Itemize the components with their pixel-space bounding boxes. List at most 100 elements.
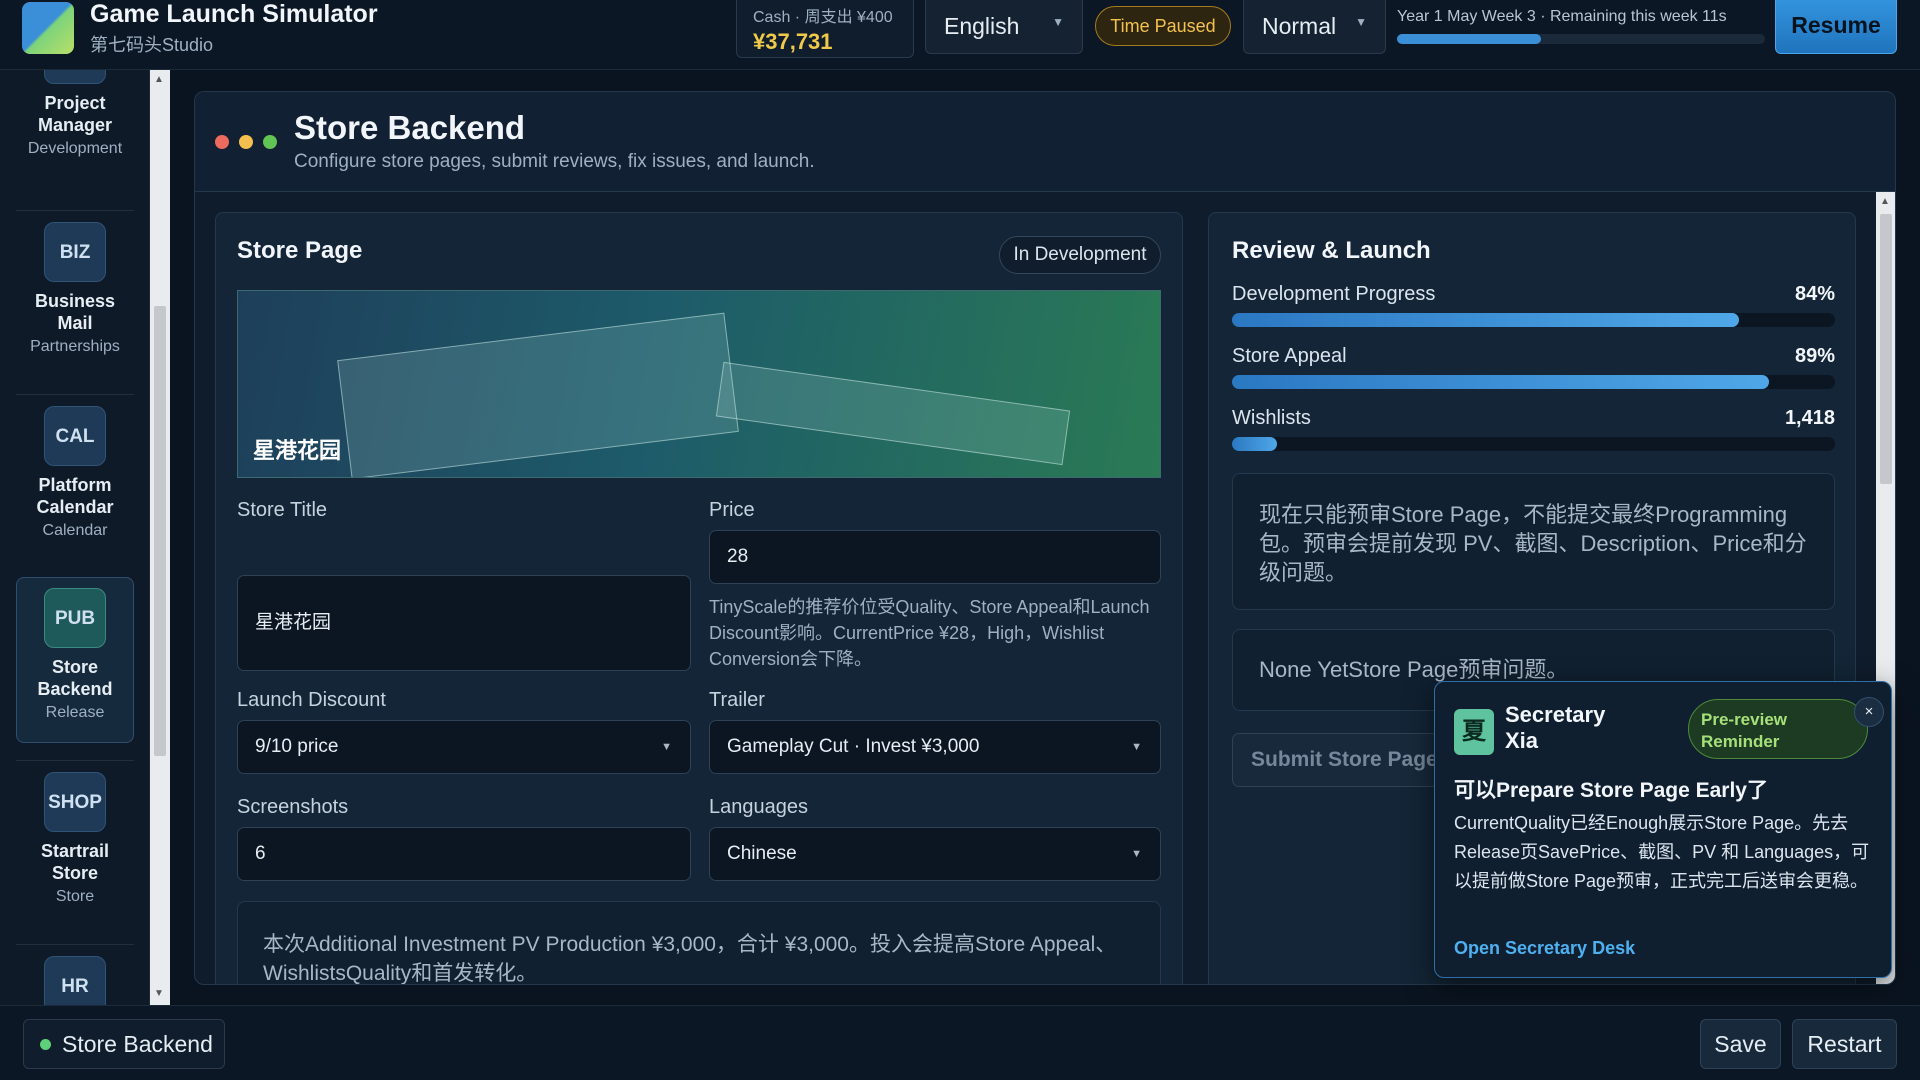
store-page-title: Store Page [237,237,363,264]
page-title: Store Backend [294,109,526,146]
sidebar-item-platform-calendar[interactable]: CAL Platform Calendar Calendar [16,396,134,540]
reminder-body: CurrentQuality已经Enough展示Store Page。先去Rel… [1454,813,1870,891]
review-launch-title: Review & Launch [1232,237,1431,264]
trailer-select[interactable]: Gameplay Cut · Invest ¥3,000 ▼ [709,720,1161,774]
screenshots-input[interactable]: 6 [237,827,691,881]
metric-progress-fill [1232,375,1769,389]
speed-value: Normal [1262,13,1337,39]
scroll-down-icon[interactable]: ▼ [154,988,164,999]
status-badge: In Development [999,236,1161,274]
minimize-window-icon[interactable] [239,135,253,149]
store-title-input[interactable]: 星港花园 [237,575,691,671]
sidebar-item-category: Partnerships [30,338,120,355]
metric-value: 89% [1794,345,1835,367]
price-input[interactable]: 28 [709,530,1161,584]
sidebar-item-category: Calendar [42,522,108,539]
sidebar-item-label: Store Backend [37,657,113,699]
sidebar-divider [16,944,134,945]
launch-discount-value: 9/10 price [255,736,339,757]
banner-shape [337,312,739,477]
chevron-down-icon: ▼ [661,741,672,753]
cash-value: ¥37,731 [753,29,833,54]
sidebar-badge: SHOP [44,772,106,832]
sidebar-badge: PUB [44,588,106,648]
sidebar-item-label: Project Manager [37,93,113,135]
sidebar-item-store-backend[interactable]: PUB Store Backend Release [16,577,134,743]
sidebar-item-category: Development [27,140,123,157]
trailer-label: Trailer [709,689,765,711]
close-window-icon[interactable] [215,135,229,149]
resume-button[interactable]: Resume [1775,0,1897,54]
sidebar-item-label: Business Mail [34,291,116,333]
banner-game-title: 星港花园 [253,438,342,463]
panel-scroll-thumb[interactable] [1880,214,1892,484]
top-bar: Game Launch Simulator 第七码头Studio Cash · … [0,0,1920,70]
chevron-down-icon: ▼ [1131,741,1142,753]
sidebar-item-hr[interactable]: HR [16,946,134,1005]
scroll-up-icon[interactable]: ▲ [1880,196,1890,207]
language-select[interactable]: English ▼ [925,0,1083,54]
cash-display: Cash · 周支出 ¥400 ¥37,731 [736,0,914,58]
metric-value: 1,418 [1784,407,1835,429]
sidebar-divider [16,394,134,395]
sidebar-badge: CAL [44,406,106,466]
metric-progress-bar [1232,313,1835,327]
metric-progress-fill [1232,313,1739,327]
review-info-box: 现在只能预审Store Page，不能提交最终Programming包。预审会提… [1232,473,1835,610]
week-progress-bar [1397,34,1765,44]
sidebar-item-label: Startrail Store [40,841,110,883]
store-title-label: Store Title [237,499,328,521]
price-label: Price [709,499,755,521]
price-hint: TinyScale的推荐价位受Quality、Store Appeal和Laun… [709,597,1150,669]
chevron-down-icon: ▼ [1052,15,1064,29]
sidebar-item-business-mail[interactable]: BIZ Business Mail Partnerships [16,212,134,356]
sidebar-divider [16,760,134,761]
speed-select[interactable]: Normal ▼ [1243,0,1386,54]
languages-value: Chinese [727,843,797,864]
sidebar-badge: BIZ [44,222,106,282]
page-subtitle: Configure store pages, submit reviews, f… [294,151,815,172]
sidebar-item-category: Store [55,888,95,905]
sidebar-item-label: Platform Calendar [36,475,114,517]
cash-label: Cash · 周支出 ¥400 [753,9,893,26]
restart-button[interactable]: Restart [1792,1019,1897,1069]
studio-name: 第七码头Studio [90,35,214,55]
time-status-badge: Time Paused [1095,6,1231,46]
banner-shape [715,361,1071,466]
sidebar-badge [44,70,106,84]
sidebar-badge: HR [44,956,106,1005]
sidebar: Project Manager Development BIZ Business… [0,70,150,1005]
secretary-name: Secretary Xia [1505,702,1606,753]
metric-progress-bar [1232,437,1835,451]
screenshots-label: Screenshots [237,796,349,818]
languages-select[interactable]: Chinese ▼ [709,827,1161,881]
bottom-bar: Store Backend Save Restart [0,1005,1920,1080]
metric-label: Development Progress [1232,283,1436,305]
chevron-down-icon: ▼ [1355,15,1367,29]
close-icon[interactable]: × [1854,697,1884,727]
current-page-chip: Store Backend [23,1019,225,1069]
sidebar-item-startrail-store[interactable]: SHOP Startrail Store Store [16,762,134,906]
metric-progress-bar [1232,375,1835,389]
status-dot-icon [40,1039,51,1050]
metric-label: Store Appeal [1232,345,1347,367]
metric-value: 84% [1794,283,1835,305]
launch-discount-select[interactable]: 9/10 price ▼ [237,720,691,774]
maximize-window-icon[interactable] [263,135,277,149]
secretary-reminder-popup: 夏 Secretary Xia Pre-review Reminder × 可以… [1434,681,1892,978]
save-button[interactable]: Save [1700,1019,1781,1069]
chevron-down-icon: ▼ [1131,848,1142,860]
sidebar-item-category: Release [45,704,105,721]
window-header: Store Backend Configure store pages, sub… [195,92,1895,192]
sidebar-item-project-manager[interactable]: Project Manager Development [16,70,134,158]
app-logo-icon [22,2,74,54]
sidebar-scroll-thumb[interactable] [154,306,166,756]
week-status-text: Year 1 May Week 3 · Remaining this week … [1397,8,1727,25]
languages-label: Languages [709,796,808,818]
current-page-label: Store Backend [62,1031,213,1057]
scroll-up-icon[interactable]: ▲ [154,74,164,85]
open-secretary-desk-link[interactable]: Open Secretary Desk [1454,938,1635,959]
language-value: English [944,13,1020,39]
sidebar-scrollbar[interactable]: ▲ ▼ [150,70,170,1005]
week-progress-fill [1397,34,1541,44]
